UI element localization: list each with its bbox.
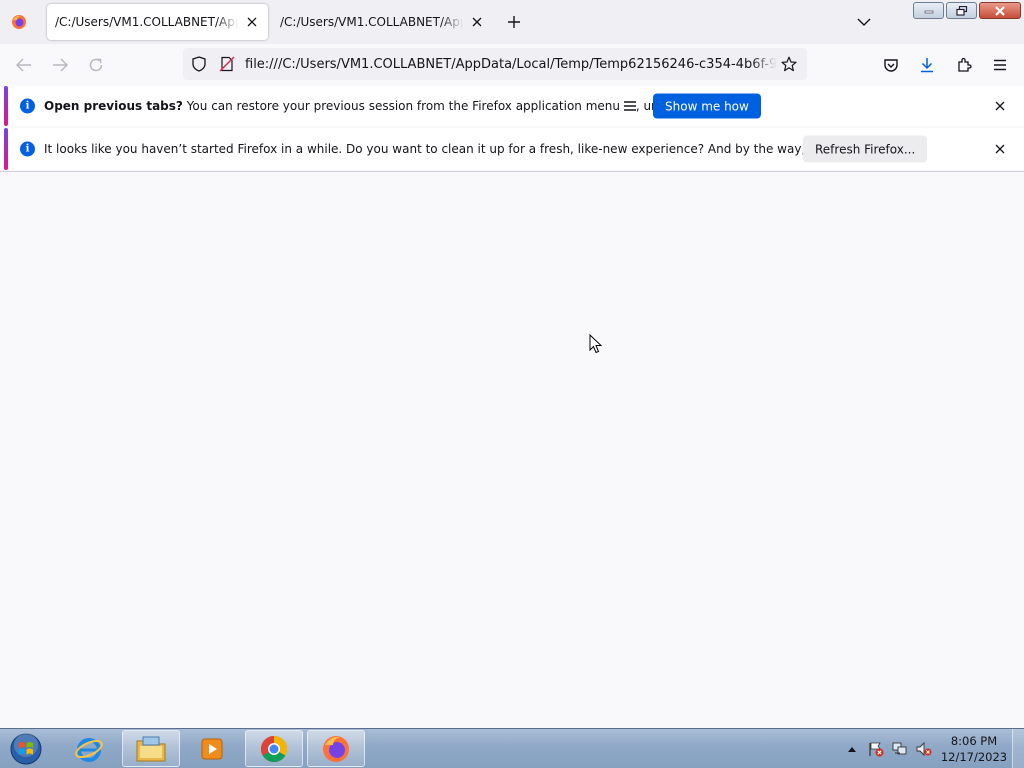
clock-date: 12/17/2023 — [940, 750, 1008, 764]
back-arrow-icon[interactable] — [12, 53, 36, 77]
internet-explorer-icon[interactable] — [60, 730, 118, 767]
tab-1[interactable]: /C:/Users/VM1.COLLABNET/AppData/Local/Te… — [47, 4, 268, 40]
shield-icon[interactable] — [189, 54, 209, 74]
firefox-view-icon[interactable] — [8, 11, 30, 33]
volume-muted-icon[interactable] — [915, 740, 933, 758]
close-icon[interactable] — [990, 139, 1010, 159]
url-bar[interactable]: file:///C:/Users/VM1.COLLABNET/AppData/L… — [183, 48, 807, 80]
window-controls — [913, 2, 1021, 19]
bookmark-star-icon[interactable] — [779, 54, 799, 74]
notification-text: You can restore your previous session fr… — [182, 99, 624, 113]
forward-arrow-icon[interactable] — [48, 53, 72, 77]
notification-bold-text: Open previous tabs? — [44, 99, 183, 113]
show-hidden-icons-icon[interactable] — [843, 740, 861, 758]
notification-message: Open previous tabs? You can restore your… — [44, 99, 727, 113]
tab-strip: /C:/Users/VM1.COLLABNET/AppData/Local/Te… — [0, 0, 1024, 44]
chevron-down-icon[interactable] — [853, 11, 875, 33]
close-window-button[interactable] — [979, 2, 1021, 19]
hamburger-menu-icon — [623, 101, 636, 111]
close-icon[interactable] — [990, 96, 1010, 116]
network-icon[interactable] — [891, 740, 909, 758]
info-icon: i — [20, 98, 35, 114]
restore-session-notification: i Open previous tabs? You can restore yo… — [0, 86, 1024, 126]
close-tab-icon[interactable] — [469, 14, 485, 30]
pocket-icon[interactable] — [879, 53, 903, 77]
close-tab-icon[interactable] — [244, 14, 260, 30]
extensions-icon[interactable] — [952, 53, 976, 77]
show-desktop-button[interactable] — [1012, 729, 1024, 768]
notification-message: It looks like you haven’t started Firefo… — [44, 142, 900, 156]
google-chrome-icon[interactable] — [245, 730, 303, 767]
download-icon[interactable] — [915, 53, 939, 77]
reload-icon[interactable] — [84, 53, 108, 77]
mouse-cursor-icon — [589, 333, 603, 354]
new-tab-icon[interactable] — [503, 11, 525, 33]
url-text[interactable]: file:///C:/Users/VM1.COLLABNET/AppData/L… — [245, 57, 777, 72]
show-me-how-button[interactable]: Show me how — [653, 93, 761, 119]
page-content[interactable] — [0, 171, 1024, 728]
system-tray — [843, 729, 933, 768]
page-info-icon[interactable] — [217, 54, 237, 74]
tab-title: /C:/Users/VM1.COLLABNET/AppData/Local/Te… — [280, 15, 463, 29]
minimize-button[interactable] — [913, 2, 944, 19]
info-icon: i — [20, 141, 35, 157]
start-button[interactable] — [6, 731, 46, 767]
tab-2[interactable]: /C:/Users/VM1.COLLABNET/AppData/Local/Te… — [272, 4, 493, 40]
refresh-firefox-notification: i It looks like you haven’t started Fire… — [0, 128, 1024, 170]
clock-time: 8:06 PM — [950, 734, 998, 748]
taskbar: 8:06 PM 12/17/2023 — [0, 728, 1024, 768]
restore-button[interactable] — [946, 2, 977, 19]
action-center-flag-icon[interactable] — [867, 740, 885, 758]
tab-title: /C:/Users/VM1.COLLABNET/AppData/Local/Te… — [55, 15, 238, 29]
hamburger-menu-icon[interactable] — [988, 53, 1012, 77]
windows-explorer-icon[interactable] — [122, 730, 180, 767]
refresh-firefox-button[interactable]: Refresh Firefox... — [803, 135, 928, 163]
firefox-icon[interactable] — [307, 730, 365, 767]
media-player-icon[interactable] — [183, 730, 241, 767]
clock[interactable]: 8:06 PM 12/17/2023 — [938, 733, 1010, 765]
